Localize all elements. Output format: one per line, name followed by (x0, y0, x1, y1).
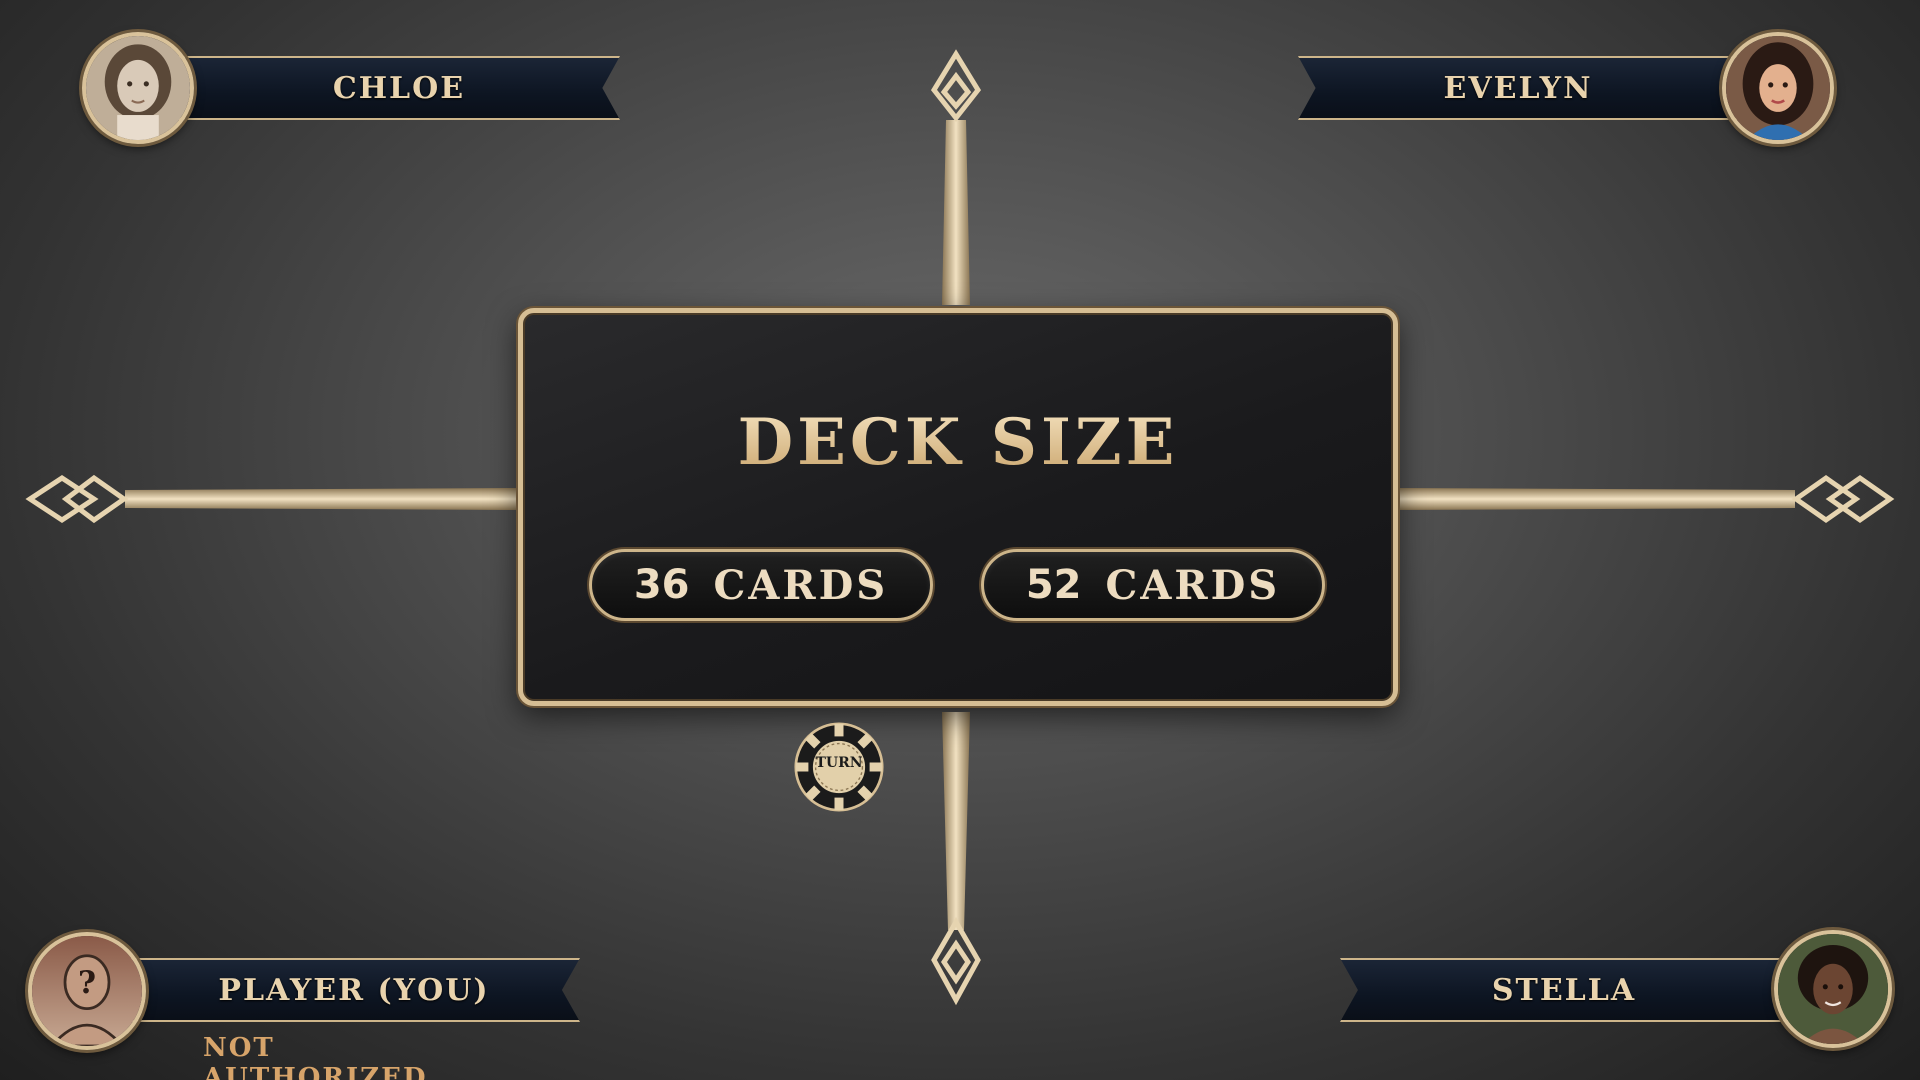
game-table: CHLOE EVELYN PLAYER (YOU) ? NOT AUTHORIZ… (0, 0, 1920, 1080)
player-name: PLAYER (YOU) (218, 972, 490, 1008)
player-avatar-evelyn (1722, 32, 1834, 144)
player-name-banner: CHLOE (178, 56, 620, 120)
portrait-photo-sepia (86, 36, 190, 140)
turn-label: TURN (815, 755, 863, 771)
player-name-banner: STELLA (1340, 958, 1788, 1022)
deck-unit: CARDS (713, 561, 889, 609)
deck-count: 36 (633, 562, 690, 608)
portrait-illustration (1726, 36, 1830, 140)
player-name: EVELYN (1443, 70, 1593, 106)
unknown-person-icon: ? (32, 936, 142, 1046)
portrait-photo (1778, 934, 1888, 1044)
player-name-banner: EVELYN (1298, 56, 1738, 120)
turn-indicator-chip: TURN (794, 722, 884, 812)
authorization-status: NOT AUTHORIZED (203, 1033, 428, 1080)
player-name: STELLA (1491, 972, 1637, 1008)
player-avatar-chloe (82, 32, 194, 144)
svg-text:?: ? (78, 965, 96, 1001)
deck-52-cards-button[interactable]: 52 CARDS (981, 549, 1325, 621)
deck-size-dialog: DECK SIZE 36 CARDS 52 CARDS (518, 308, 1398, 706)
deck-unit: CARDS (1105, 561, 1281, 609)
player-name-banner: PLAYER (YOU) (128, 958, 580, 1022)
player-avatar-you[interactable]: ? (28, 932, 146, 1050)
player-avatar-stella (1774, 930, 1892, 1048)
player-name: CHLOE (332, 70, 466, 106)
deck-36-cards-button[interactable]: 36 CARDS (589, 549, 933, 621)
dialog-title: DECK SIZE (523, 405, 1393, 480)
deck-count: 52 (1025, 562, 1082, 608)
